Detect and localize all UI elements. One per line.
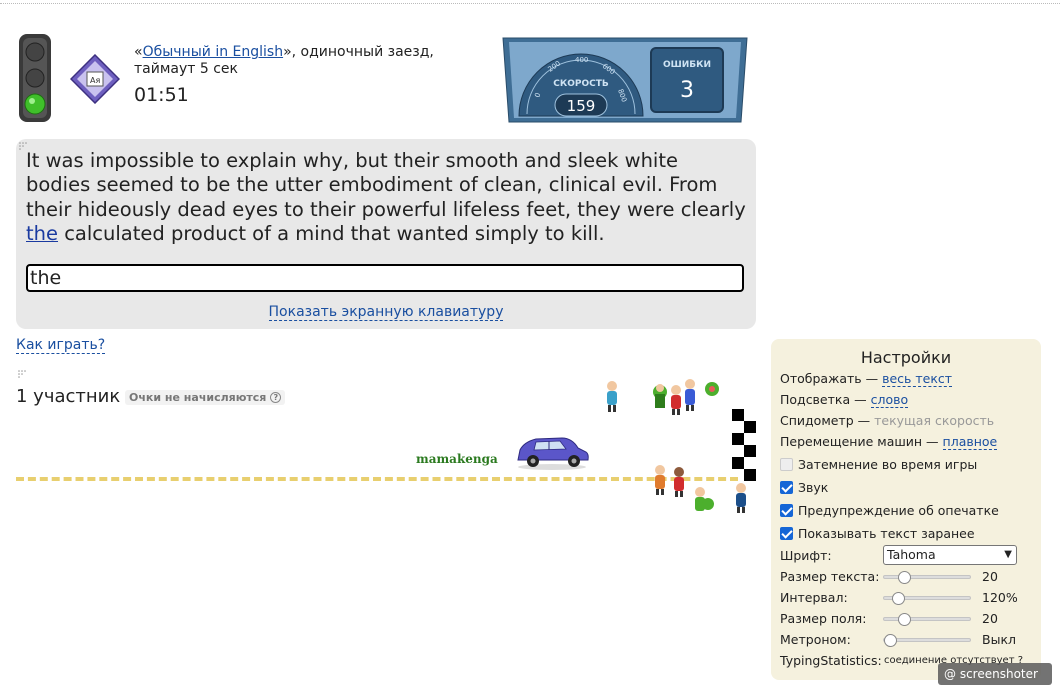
help-icon[interactable]: ?: [270, 392, 282, 403]
highlight-value-link[interactable]: слово: [870, 392, 909, 408]
errors-label: ОШИБКИ: [663, 60, 711, 70]
show-text-label: Показывать текст заранее: [798, 526, 975, 541]
interval-label: Интервал:: [780, 590, 848, 605]
font-label: Шрифт:: [780, 548, 832, 563]
text-size-slider[interactable]: [883, 571, 971, 584]
sound-label: Звук: [798, 480, 829, 495]
setting-display: Отображать — весь текст: [780, 371, 953, 387]
typing-panel: It was impossible to explain why, but th…: [16, 139, 756, 329]
dim-label: Затемнение во время игры: [798, 457, 978, 472]
highlight-label: Подсветка —: [780, 392, 867, 407]
settings-panel: Настройки Отображать — весь текст Подсве…: [771, 339, 1041, 680]
metronome-slider-knob[interactable]: [884, 634, 897, 647]
setting-car-movement: Перемещение машин — плавное: [780, 434, 998, 450]
watermark: @ screenshoter: [938, 663, 1052, 685]
show-text-checkbox[interactable]: [780, 527, 793, 540]
player-car-icon: [517, 437, 589, 470]
field-size-value: 20: [982, 611, 998, 626]
field-size-slider[interactable]: [883, 613, 971, 626]
passage-remaining: calculated product of a mind that wanted…: [58, 221, 605, 245]
text-size-label: Размер текста:: [780, 569, 880, 584]
interval-slider[interactable]: [883, 592, 971, 605]
participants-count: 1 участник: [16, 386, 121, 407]
setting-speedometer: Спидометр — текущая скорость: [780, 413, 994, 428]
speed-label: СКОРОСТЬ: [553, 79, 609, 89]
settings-title: Настройки: [860, 348, 952, 367]
timeout-text: таймаут 5 сек: [134, 61, 238, 77]
setting-show-text[interactable]: Показывать текст заранее: [780, 526, 975, 541]
current-word: the: [26, 221, 59, 245]
race-info: «Обычный in English», одиночный заезд, т…: [134, 44, 434, 78]
show-keyboard-link[interactable]: Показать экранную клавиатуру: [268, 304, 504, 321]
font-select[interactable]: Tahoma ▼: [883, 545, 1017, 565]
interval-slider-knob[interactable]: [892, 592, 905, 605]
passage-text: It was impossible to explain why, but th…: [26, 149, 746, 246]
spectators-bottom-icon: [655, 465, 746, 513]
race-track: [16, 477, 738, 481]
spectators-top-icon: [607, 379, 719, 415]
race-type-text: », одиночный заезд,: [283, 44, 434, 60]
typingstatistics-label: TypingStatistics:: [780, 653, 882, 668]
no-points-badge: Очки не начисляются?: [125, 390, 286, 405]
movement-value-link[interactable]: плавное: [942, 434, 998, 450]
speedometer-setting-label: Спидометр —: [780, 413, 871, 428]
display-value-link[interactable]: весь текст: [882, 371, 953, 387]
setting-sound[interactable]: Звук: [780, 480, 828, 495]
text-size-slider-knob[interactable]: [898, 571, 911, 584]
speedometer-panel: 0 200 400 600 800 СКОРОСТЬ 159 ОШИБКИ 3: [502, 37, 748, 123]
chevron-down-icon: ▼: [1004, 549, 1012, 560]
speedometer-tick-400: 400: [575, 56, 588, 64]
race-timer: 01:51: [134, 84, 189, 106]
dim-checkbox[interactable]: [780, 458, 793, 471]
text-size-value: 20: [982, 569, 998, 584]
setting-highlight: Подсветка — слово: [780, 392, 909, 408]
speed-value: 159: [567, 97, 596, 115]
how-to-play-link[interactable]: Как играть?: [16, 337, 106, 354]
svg-text:Aя: Aя: [90, 76, 100, 85]
game-mode-link[interactable]: Обычный in English: [143, 44, 284, 60]
typing-input[interactable]: the: [26, 264, 744, 292]
font-select-value: Tahoma: [887, 547, 936, 562]
field-size-label: Размер поля:: [780, 611, 867, 626]
race-drag-dots-icon: [18, 370, 26, 378]
setting-dim[interactable]: Затемнение во время игры: [780, 457, 977, 472]
top-dotted-border: [0, 0, 1060, 4]
passage-typed: It was impossible to explain why, but th…: [26, 149, 746, 221]
metronome-slider[interactable]: [883, 634, 971, 647]
display-label: Отображать —: [780, 371, 879, 386]
interval-value: 120%: [982, 590, 1018, 605]
quote-open: «: [134, 44, 143, 60]
racer-name: mamakenga: [416, 452, 498, 466]
metronome-value: Выкл: [982, 632, 1016, 647]
game-mode-icon: Aя: [70, 54, 120, 104]
setting-typo-warning[interactable]: Предупреждение об опечатке: [780, 503, 999, 518]
speedometer-setting-value[interactable]: текущая скорость: [874, 413, 994, 428]
no-points-text: Очки не начисляются: [129, 391, 267, 404]
errors-value: 3: [680, 78, 694, 103]
sound-checkbox[interactable]: [780, 481, 793, 494]
movement-label: Перемещение машин —: [780, 434, 939, 449]
metronome-label: Метроном:: [780, 632, 851, 647]
typo-warning-checkbox[interactable]: [780, 504, 793, 517]
typo-warning-label: Предупреждение об опечатке: [798, 503, 999, 518]
field-size-slider-knob[interactable]: [898, 613, 911, 626]
traffic-light-icon: [19, 34, 51, 122]
